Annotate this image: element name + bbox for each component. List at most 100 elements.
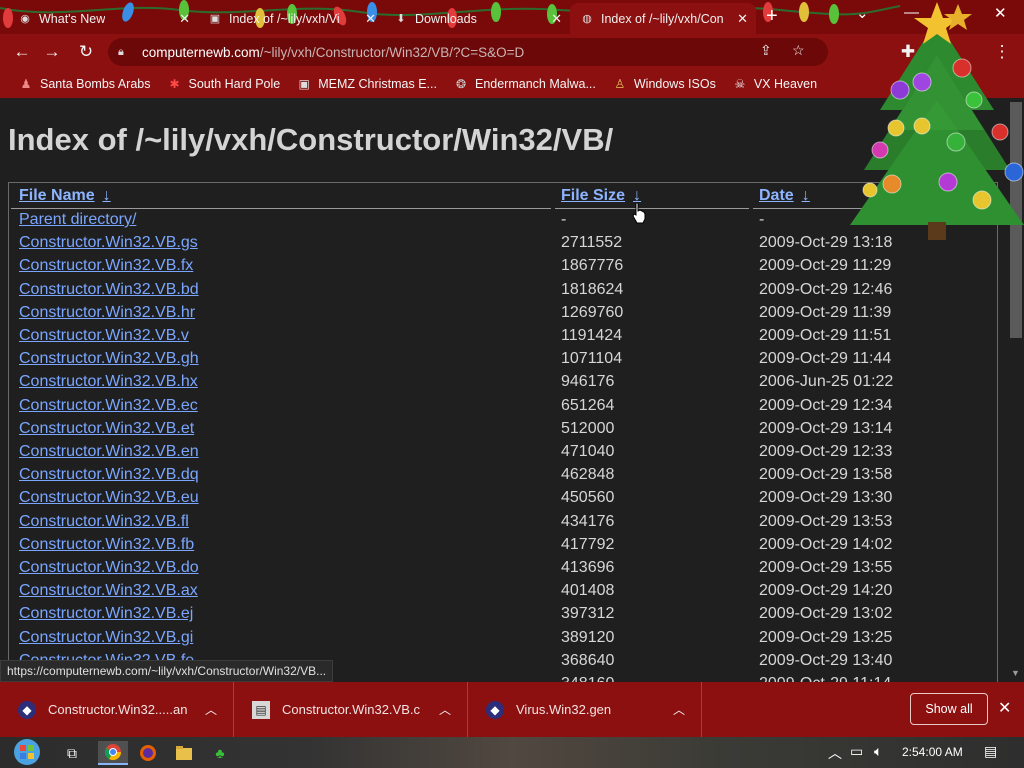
download-filename: Constructor.Win32.....an bbox=[48, 702, 188, 717]
bookmark-memz[interactable]: ▣ MEMZ Christmas E... bbox=[296, 77, 437, 91]
file-name-link[interactable]: Constructor.Win32.VB.eu bbox=[19, 489, 199, 507]
file-size-cell: 1269760 bbox=[561, 303, 624, 321]
file-size-cell: 1071104 bbox=[561, 350, 623, 368]
file-name-link[interactable]: Constructor.Win32.VB.gi bbox=[19, 629, 193, 647]
table-row: Constructor.Win32.VB.fx 1867776 2009-Oct-2… bbox=[9, 257, 997, 280]
tab-index-vi[interactable]: ▣ Index of /~lily/vxh/Vi ✕ bbox=[198, 3, 384, 34]
file-name-link[interactable]: Constructor.Win32.VB.gh bbox=[19, 350, 199, 368]
download-item[interactable]: ▤ Constructor.Win32.VB.c ︿ bbox=[234, 682, 468, 737]
close-tab-icon[interactable]: ✕ bbox=[737, 11, 748, 27]
download-item[interactable]: ◆ Virus.Win32.gen ︿ bbox=[468, 682, 702, 737]
show-all-button[interactable]: Show all bbox=[910, 693, 988, 725]
bookmark-windows-isos[interactable]: ♙ Windows ISOs bbox=[612, 77, 715, 91]
address-bar[interactable]: 🔒︎ computernewb.com/~lily/vxh/Constructo… bbox=[108, 38, 828, 66]
file-size-cell: 462848 bbox=[561, 466, 615, 484]
firefox-icon[interactable] bbox=[136, 741, 160, 765]
santa-icon: ♟ bbox=[20, 77, 32, 91]
parent-directory-link[interactable]: Parent directory/ bbox=[19, 211, 136, 229]
table-row: Constructor.Win32.VB.hr 1269760 2009-Oct-2… bbox=[9, 304, 997, 327]
table-row: Constructor.Win32.VB.ax 401408 2009-Oct-29… bbox=[9, 582, 997, 605]
bookmark-santa-bombs[interactable]: ♟ Santa Bombs Arabs bbox=[18, 77, 151, 91]
tab-downloads[interactable]: ⬇ Downloads ✕ bbox=[384, 3, 570, 34]
file-name-link[interactable]: Constructor.Win32.VB.fl bbox=[19, 513, 189, 531]
taskbar-clock[interactable]: 2:54:00 AM bbox=[902, 745, 963, 759]
tab-title: Downloads bbox=[415, 11, 477, 26]
file-name-link[interactable]: Constructor.Win32.VB.hx bbox=[19, 373, 198, 391]
file-name-link[interactable]: Constructor.Win32.VB.dq bbox=[19, 466, 199, 484]
column-header-file-name[interactable]: File Name ↓ bbox=[19, 187, 111, 205]
page-title: Index of /~lily/vxh/Constructor/Win32/VB… bbox=[8, 122, 614, 157]
close-tab-icon[interactable]: ✕ bbox=[179, 11, 190, 27]
close-tab-icon[interactable]: ✕ bbox=[365, 11, 376, 27]
tray-chevron-up-icon[interactable]: ︿ bbox=[828, 743, 842, 763]
download-shelf: ◆ Constructor.Win32.....an ︿ ▤ Construct… bbox=[0, 682, 1024, 737]
table-row: Constructor.Win32.VB.fb 417792 2009-Oct-29… bbox=[9, 536, 997, 559]
lock-icon: 🔒︎ bbox=[118, 45, 124, 58]
file-size-cell: - bbox=[561, 211, 567, 228]
file-name-link[interactable]: Constructor.Win32.VB.en bbox=[19, 443, 199, 461]
windows-taskbar: ⧉ ♣ ︿ ▭ 🔈︎ 2:54:00 AM ▤ bbox=[0, 737, 1024, 768]
file-name-link[interactable]: Constructor.Win32.VB.bd bbox=[19, 281, 199, 299]
download-item[interactable]: ◆ Constructor.Win32.....an ︿ bbox=[0, 682, 234, 737]
file-size-cell: 368640 bbox=[561, 651, 615, 669]
christmas-tree-decoration bbox=[850, 2, 1024, 240]
header-label: File Name bbox=[19, 187, 95, 204]
table-row: Constructor.Win32.VB.v 1191424 2009-Oct-29… bbox=[9, 327, 997, 350]
chevron-up-icon[interactable]: ︿ bbox=[205, 701, 217, 718]
file-size-cell: 397312 bbox=[561, 605, 615, 623]
file-name-link[interactable]: Constructor.Win32.VB.fx bbox=[19, 257, 193, 275]
network-icon[interactable]: ▭ bbox=[850, 743, 863, 760]
file-size-cell: 1818624 bbox=[561, 280, 624, 298]
file-name-link[interactable]: Constructor.Win32.VB.ej bbox=[19, 605, 193, 623]
chevron-up-icon[interactable]: ︿ bbox=[673, 701, 685, 718]
explorer-icon[interactable] bbox=[172, 741, 196, 765]
close-download-shelf-icon[interactable]: ✕ bbox=[998, 698, 1011, 718]
flake-icon: ✱ bbox=[169, 77, 180, 91]
volume-icon[interactable]: 🔈︎ bbox=[874, 743, 882, 760]
column-header-date[interactable]: Date ↓ bbox=[759, 187, 810, 205]
start-orb-icon[interactable] bbox=[10, 737, 44, 767]
screen: ◉ What's New ✕ ▣ Index of /~lily/vxh/Vi … bbox=[0, 0, 1024, 768]
file-name-link[interactable]: Constructor.Win32.VB.do bbox=[19, 559, 199, 577]
bookmark-vx-heaven[interactable]: ☠ VX Heaven bbox=[732, 77, 817, 91]
chevron-up-icon[interactable]: ︿ bbox=[439, 701, 451, 718]
file-size-cell: 946176 bbox=[561, 373, 615, 391]
close-tab-icon[interactable]: ✕ bbox=[551, 11, 562, 27]
file-name-link[interactable]: Constructor.Win32.VB.ec bbox=[19, 397, 198, 415]
figure-icon: ♙ bbox=[614, 77, 626, 91]
file-name-link[interactable]: Constructor.Win32.VB.ax bbox=[19, 582, 198, 600]
file-name-link[interactable]: Constructor.Win32.VB.gs bbox=[19, 234, 198, 252]
task-view-icon[interactable]: ⧉ bbox=[60, 741, 84, 765]
file-date-cell: 2009-Oct-29 12:34 bbox=[759, 396, 893, 414]
table-row: Constructor.Win32.VB.en 471040 2009-Oct-29… bbox=[9, 443, 997, 466]
bookmark-star-icon[interactable]: ☆ bbox=[792, 42, 805, 59]
bookmark-endermanch[interactable]: ❂ Endermanch Malwa... bbox=[453, 77, 596, 91]
file-date-cell: 2009-Oct-29 11:39 bbox=[759, 303, 892, 321]
tab-index-con[interactable]: ◍ Index of /~lily/vxh/Con ✕ bbox=[570, 3, 756, 34]
back-button[interactable]: ← bbox=[10, 40, 34, 64]
file-name-link[interactable]: Constructor.Win32.VB.v bbox=[19, 327, 189, 345]
share-icon[interactable]: ⇪ bbox=[760, 42, 772, 59]
scroll-down-arrow-icon[interactable]: ▼ bbox=[1011, 668, 1020, 678]
table-row: Constructor.Win32.VB.hx 946176 2006-Jun-25… bbox=[9, 373, 997, 396]
file-name-link[interactable]: Constructor.Win32.VB.et bbox=[19, 420, 194, 438]
reload-button[interactable]: ↻ bbox=[74, 40, 98, 64]
file-date-cell: 2009-Oct-29 11:14 bbox=[759, 675, 891, 682]
tree-app-icon[interactable]: ♣ bbox=[208, 741, 232, 765]
tab-whats-new[interactable]: ◉ What's New ✕ bbox=[8, 3, 198, 34]
header-label: File Size bbox=[561, 187, 626, 204]
notification-icon[interactable]: ▤ bbox=[984, 743, 997, 760]
file-date-cell: 2009-Oct-29 14:02 bbox=[759, 535, 893, 553]
page-icon: ▣ bbox=[209, 13, 221, 25]
file-size-cell: 389120 bbox=[561, 628, 615, 646]
chrome-taskbar-icon[interactable] bbox=[98, 741, 128, 765]
column-header-file-size[interactable]: File Size ↓ bbox=[561, 187, 641, 205]
file-name-link[interactable]: Constructor.Win32.VB.fb bbox=[19, 536, 194, 554]
forward-button[interactable]: → bbox=[40, 40, 64, 64]
address-url: computernewb.com/~lily/vxh/Constructor/W… bbox=[142, 45, 524, 60]
file-name-link[interactable]: Constructor.Win32.VB.hr bbox=[19, 304, 195, 322]
bookmark-south-hard-pole[interactable]: ✱ South Hard Pole bbox=[166, 77, 280, 91]
table-row: Constructor.Win32.VB.et 512000 2009-Oct-29… bbox=[9, 420, 997, 443]
bookmark-label: South Hard Pole bbox=[188, 77, 281, 91]
new-tab-button[interactable]: + bbox=[766, 5, 778, 28]
